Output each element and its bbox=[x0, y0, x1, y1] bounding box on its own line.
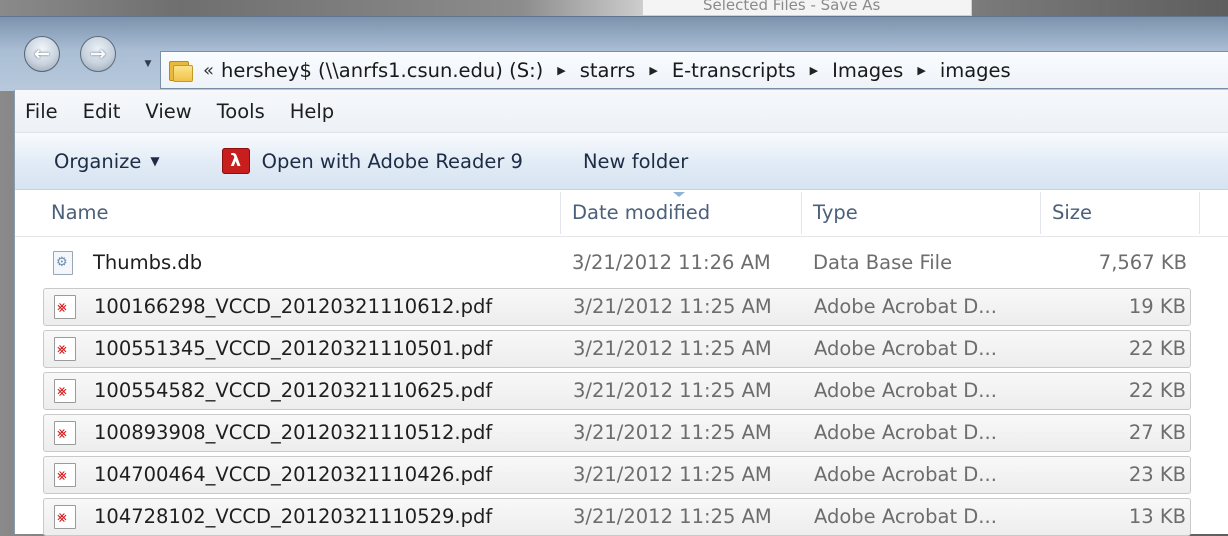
file-date-modified: 3/21/2012 11:25 AM bbox=[573, 505, 772, 528]
menu-edit[interactable]: Edit bbox=[83, 100, 121, 123]
file-name: 100551345_VCCD_20120321110501.pdf bbox=[94, 337, 493, 360]
column-header-size[interactable]: Size bbox=[1052, 190, 1092, 236]
forward-arrow-icon[interactable]: → bbox=[80, 36, 116, 72]
file-name: 100893908_VCCD_20120321110512.pdf bbox=[94, 421, 493, 444]
breadcrumb-drive[interactable]: hershey$ (\\anrfs1.csun.edu) (S:) bbox=[221, 59, 543, 82]
column-header-name[interactable]: Name bbox=[51, 190, 109, 236]
file-size: 7,567 KB bbox=[1098, 251, 1187, 274]
command-toolbar: Organize ▼ λ Open with Adobe Reader 9 Ne… bbox=[15, 133, 1228, 190]
file-size: 22 KB bbox=[1128, 379, 1186, 402]
file-date-modified: 3/21/2012 11:26 AM bbox=[572, 251, 771, 274]
file-name: 104700464_VCCD_20120321110426.pdf bbox=[94, 463, 493, 486]
file-name: 100554582_VCCD_20120321110625.pdf bbox=[94, 379, 493, 402]
breadcrumb-separator-icon[interactable]: ▶ bbox=[557, 64, 565, 77]
file-date-modified: 3/21/2012 11:25 AM bbox=[573, 463, 772, 486]
column-headers: Name Date modified Type Size bbox=[15, 190, 1228, 237]
file-name: Thumbs.db bbox=[93, 251, 203, 274]
pdf-file-icon bbox=[54, 379, 78, 403]
file-row[interactable]: Thumbs.db 3/21/2012 11:26 AM Data Base F… bbox=[43, 245, 1191, 283]
file-row[interactable]: 100554582_VCCD_20120321110625.pdf 3/21/2… bbox=[43, 372, 1191, 410]
file-type: Adobe Acrobat D... bbox=[814, 379, 997, 402]
file-date-modified: 3/21/2012 11:25 AM bbox=[573, 379, 772, 402]
menu-bar: File Edit View Tools Help bbox=[15, 90, 1228, 133]
file-type: Adobe Acrobat D... bbox=[814, 463, 997, 486]
file-type: Adobe Acrobat D... bbox=[814, 295, 997, 318]
file-size: 22 KB bbox=[1128, 337, 1186, 360]
file-size: 13 KB bbox=[1128, 505, 1186, 528]
file-date-modified: 3/21/2012 11:25 AM bbox=[573, 295, 772, 318]
menu-file[interactable]: File bbox=[25, 100, 58, 123]
menu-tools[interactable]: Tools bbox=[217, 100, 265, 123]
pdf-file-icon bbox=[54, 505, 78, 529]
pdf-file-icon bbox=[54, 337, 78, 361]
open-with-adobe-reader-button[interactable]: λ Open with Adobe Reader 9 bbox=[221, 148, 523, 174]
address-bar[interactable]: « hershey$ (\\anrfs1.csun.edu) (S:) ▶ st… bbox=[160, 51, 1228, 89]
file-row[interactable]: 100893908_VCCD_20120321110512.pdf 3/21/2… bbox=[43, 414, 1191, 452]
column-header-date-modified[interactable]: Date modified bbox=[572, 190, 710, 236]
file-type: Adobe Acrobat D... bbox=[814, 337, 997, 360]
background-window-title: Selected Files - Save As bbox=[642, 0, 972, 16]
pdf-file-icon bbox=[54, 421, 78, 445]
database-file-icon bbox=[53, 251, 77, 275]
new-folder-label: New folder bbox=[582, 149, 689, 173]
organize-button[interactable]: Organize ▼ bbox=[54, 150, 160, 173]
pdf-file-icon bbox=[54, 463, 78, 487]
file-row[interactable]: 100551345_VCCD_20120321110501.pdf 3/21/2… bbox=[43, 330, 1191, 368]
file-row[interactable]: 104728102_VCCD_20120321110529.pdf 3/21/2… bbox=[43, 498, 1191, 536]
breadcrumb-images-current[interactable]: images bbox=[940, 59, 1011, 82]
file-date-modified: 3/21/2012 11:25 AM bbox=[573, 421, 772, 444]
file-date-modified: 3/21/2012 11:25 AM bbox=[573, 337, 772, 360]
file-size: 19 KB bbox=[1128, 295, 1186, 318]
breadcrumb-separator-icon[interactable]: ▶ bbox=[649, 64, 657, 77]
file-row[interactable]: 104700464_VCCD_20120321110426.pdf 3/21/2… bbox=[43, 456, 1191, 494]
breadcrumb-starrs[interactable]: starrs bbox=[580, 59, 636, 82]
file-type: Adobe Acrobat D... bbox=[814, 505, 997, 528]
explorer-window: File Edit View Tools Help Organize ▼ λ O… bbox=[14, 90, 1228, 536]
file-name: 100166298_VCCD_20120321110612.pdf bbox=[94, 295, 493, 318]
breadcrumb-images-parent[interactable]: Images bbox=[832, 59, 903, 82]
breadcrumb-separator-icon[interactable]: ▶ bbox=[810, 64, 818, 77]
file-type: Adobe Acrobat D... bbox=[814, 421, 997, 444]
pdf-file-icon bbox=[54, 295, 78, 319]
chevron-down-icon: ▼ bbox=[150, 154, 160, 168]
file-size: 23 KB bbox=[1128, 463, 1186, 486]
menu-help[interactable]: Help bbox=[290, 100, 334, 123]
open-with-label: Open with Adobe Reader 9 bbox=[261, 149, 523, 173]
navigation-bar: ← → ▼ « hershey$ (\\anrfs1.csun.edu) (S:… bbox=[0, 16, 1228, 91]
organize-label: Organize bbox=[54, 149, 142, 173]
recent-pages-dropdown-icon[interactable]: ▼ bbox=[142, 58, 154, 70]
column-divider[interactable] bbox=[1199, 192, 1200, 234]
adobe-reader-icon: λ bbox=[221, 148, 250, 174]
new-folder-button[interactable]: New folder bbox=[583, 150, 688, 173]
menu-view[interactable]: View bbox=[145, 100, 191, 123]
breadcrumb-e-transcripts[interactable]: E-transcripts bbox=[672, 59, 796, 82]
file-type: Data Base File bbox=[813, 251, 953, 274]
column-divider[interactable] bbox=[801, 192, 802, 234]
breadcrumb-overflow-chevron[interactable]: « bbox=[203, 60, 214, 81]
folder-icon bbox=[169, 59, 193, 82]
breadcrumb-separator-icon[interactable]: ▶ bbox=[917, 64, 925, 77]
back-arrow-icon[interactable]: ← bbox=[24, 36, 60, 72]
column-divider[interactable] bbox=[560, 192, 561, 234]
column-header-type[interactable]: Type bbox=[813, 190, 858, 236]
file-name: 104728102_VCCD_20120321110529.pdf bbox=[94, 505, 493, 528]
file-size: 27 KB bbox=[1128, 421, 1186, 444]
column-divider[interactable] bbox=[1040, 192, 1041, 234]
file-row[interactable]: 100166298_VCCD_20120321110612.pdf 3/21/2… bbox=[43, 288, 1191, 326]
